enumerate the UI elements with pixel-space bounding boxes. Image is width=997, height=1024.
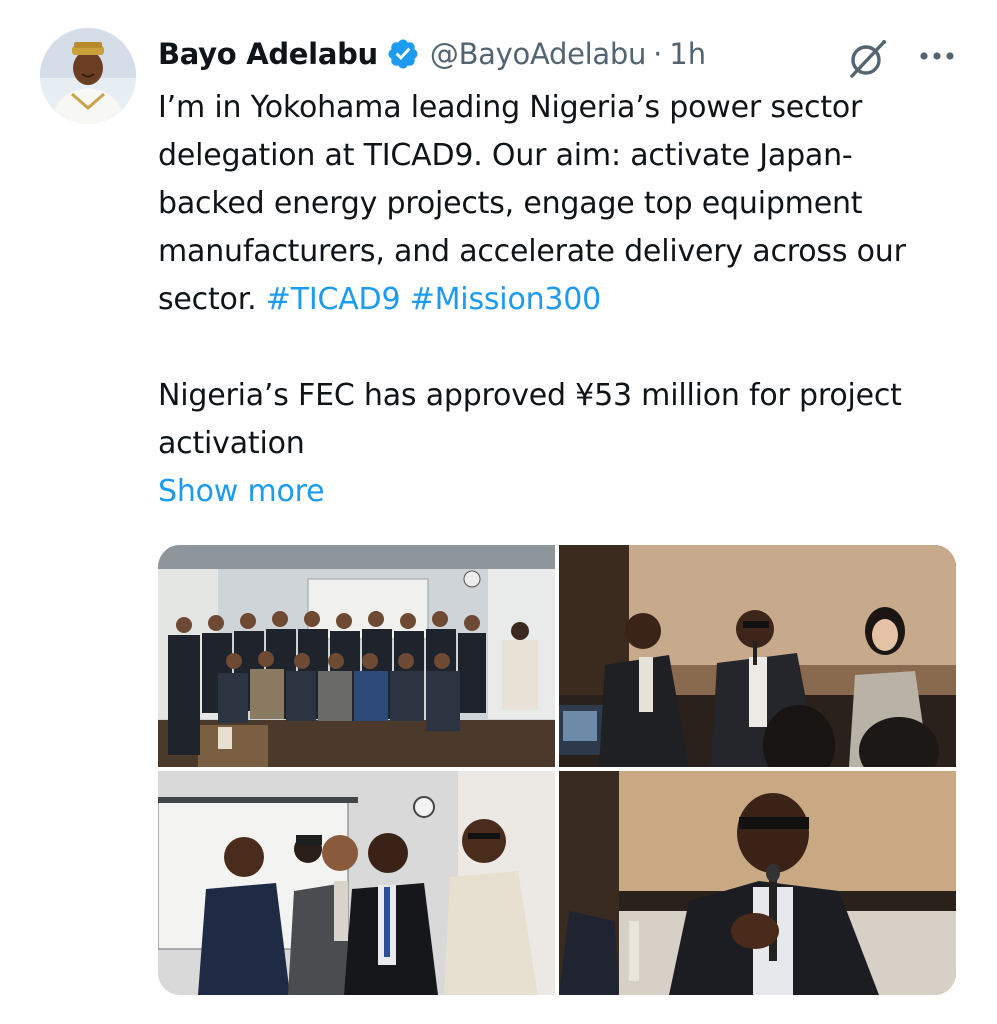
tweet-header: Bayo Adelabu @BayoAdelabu · 1h [158,30,706,78]
hashtag-mission300[interactable]: #Mission300 [410,282,602,317]
four-men-photo[interactable] [158,771,555,995]
group-photo[interactable] [158,545,555,767]
speaker-photo[interactable] [559,771,956,995]
media-grid [158,545,956,995]
hashtag-ticad9[interactable]: #TICAD9 [266,282,401,317]
show-more-link[interactable]: Show more [158,468,325,516]
panel-photo[interactable] [559,545,956,767]
timestamp[interactable]: 1h [669,37,706,71]
verified-badge-icon [386,37,420,71]
author-name[interactable]: Bayo Adelabu [158,37,378,71]
author-handle[interactable]: @BayoAdelabu [430,37,646,71]
tweet-paragraph-2: Nigeria’s FEC has approved ¥53 million f… [158,378,902,461]
avatar-image [40,28,136,124]
grok-icon[interactable] [846,36,890,80]
separator-dot: · [653,37,663,71]
more-options-icon[interactable] [914,36,960,76]
avatar[interactable] [40,28,136,124]
tweet-paragraph-1: I’m in Yokohama leading Nigeria’s power … [158,84,958,324]
tweet[interactable]: Bayo Adelabu @BayoAdelabu · 1h I’m in Yo… [0,0,997,1024]
tweet-text: I’m in Yokohama leading Nigeria’s power … [158,84,958,516]
